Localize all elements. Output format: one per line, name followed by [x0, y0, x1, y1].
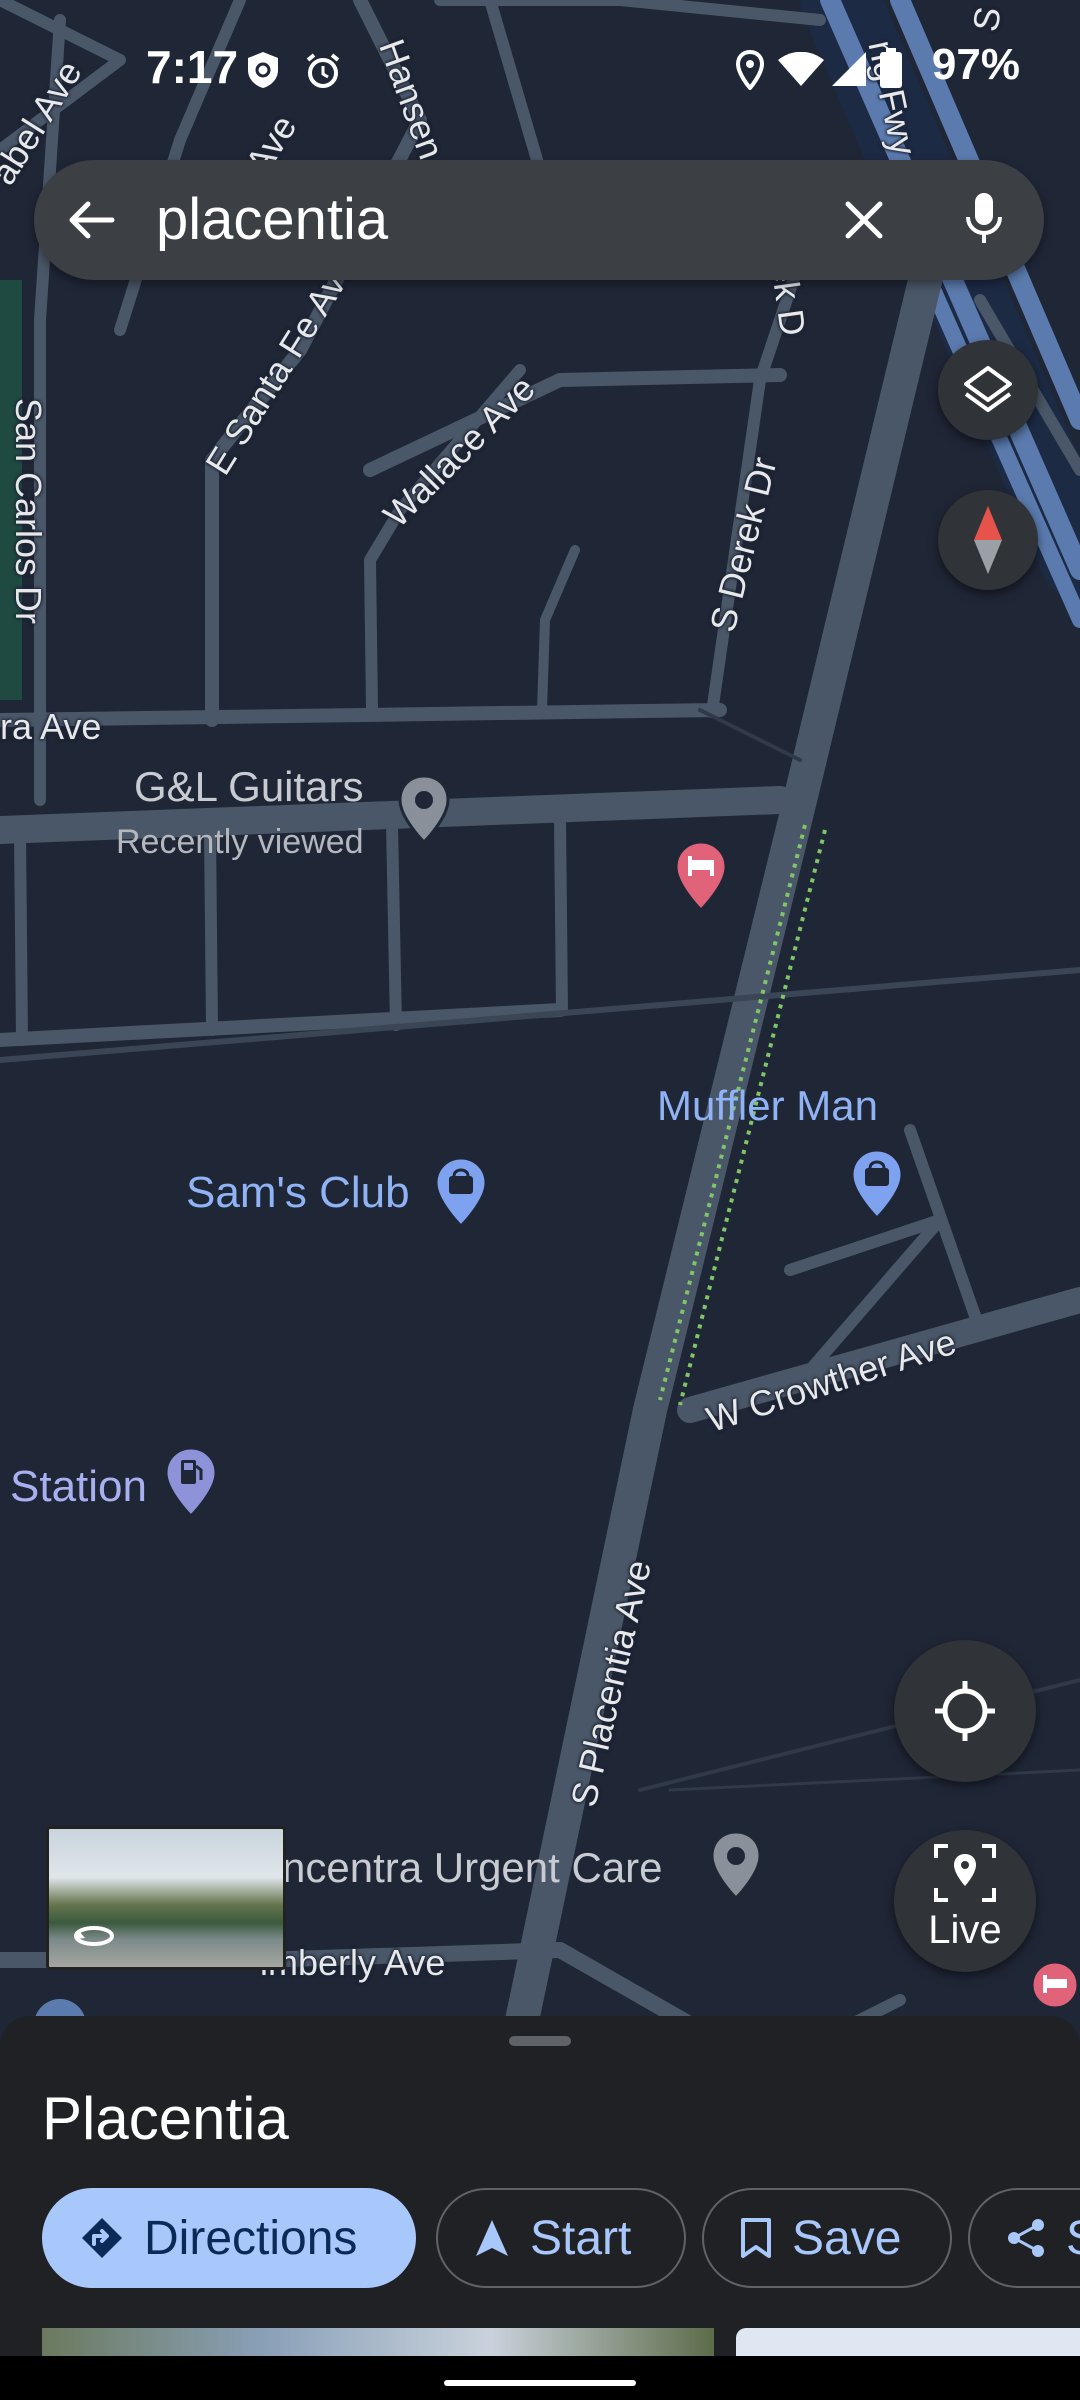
battery-icon [880, 48, 902, 88]
voice-search-button[interactable] [954, 186, 1014, 252]
mic-icon [966, 193, 1002, 243]
clear-search-button[interactable] [834, 190, 894, 250]
place-label-sams-club[interactable]: Sam's Club [186, 1168, 410, 1218]
muffler-man-shopping-pin-icon[interactable] [850, 1148, 904, 1220]
live-view-icon [934, 1844, 996, 1902]
share-button[interactable]: S [968, 2188, 1080, 2288]
status-time: 7:17 [146, 41, 239, 93]
street-label-ra-ave: ra Ave [0, 706, 102, 747]
back-arrow-icon [69, 201, 115, 239]
street-view-thumbnail[interactable] [46, 1826, 286, 1970]
sams-club-shopping-pin-icon[interactable] [434, 1156, 488, 1228]
shield-icon [248, 52, 278, 88]
share-label: S [1066, 2211, 1080, 2266]
layers-button[interactable] [938, 340, 1038, 440]
place-label-station[interactable]: Station [10, 1462, 147, 1512]
compass-button[interactable] [938, 490, 1038, 590]
start-button[interactable]: Start [436, 2188, 686, 2288]
bookmark-icon [741, 2218, 771, 2258]
alarm-icon [306, 53, 340, 88]
place-photo-2[interactable] [736, 2328, 1080, 2358]
hotel-pin-right-icon[interactable] [1030, 1960, 1080, 2020]
system-navigation-bar [0, 2356, 1080, 2400]
signal-icon [832, 52, 866, 86]
save-button[interactable]: Save [702, 2188, 952, 2288]
save-label: Save [792, 2211, 902, 2265]
my-location-icon [935, 1681, 995, 1741]
rotate-360-icon [74, 1926, 114, 1946]
place-bottom-sheet[interactable]: Placentia Directions Start Save [0, 2016, 1080, 2358]
directions-icon [82, 2218, 122, 2258]
street-label-kimberly: imberly Ave [260, 1942, 446, 1983]
directions-label: Directions [144, 2211, 358, 2265]
place-label-urgent-care[interactable]: ncentra Urgent Care [282, 1844, 663, 1892]
sheet-drag-handle[interactable] [509, 2036, 571, 2046]
search-bar[interactable]: placentia [34, 160, 1044, 280]
clear-icon [845, 201, 883, 239]
battery-percentage: 97% [931, 40, 1020, 89]
place-photo-1[interactable] [42, 2328, 714, 2358]
share-icon [1008, 2219, 1044, 2257]
place-label-gl-guitars[interactable]: G&L Guitars [134, 763, 364, 811]
back-button[interactable] [62, 190, 122, 250]
urgent-care-pin-icon[interactable] [710, 1830, 762, 1900]
my-location-button[interactable] [894, 1640, 1036, 1782]
navigation-icon [476, 2220, 508, 2256]
hotel-pin-icon[interactable] [674, 840, 728, 912]
place-title: Placentia [42, 2085, 289, 2152]
compass-icon [974, 506, 1002, 574]
live-view-button[interactable]: Live [894, 1830, 1036, 1972]
wifi-icon [778, 52, 824, 86]
layers-icon [964, 366, 1012, 412]
place-sublabel-recently-viewed: Recently viewed [116, 823, 364, 861]
street-label-san-carlos: San Carlos Dr [8, 397, 50, 625]
gl-guitars-pin-icon[interactable] [398, 774, 450, 844]
gas-station-pin-icon[interactable] [164, 1446, 218, 1518]
location-icon [736, 50, 764, 90]
directions-button[interactable]: Directions [42, 2188, 416, 2288]
start-label: Start [530, 2211, 632, 2265]
status-bar: 7:17 97% [0, 0, 1080, 130]
home-gesture-handle[interactable] [444, 2380, 636, 2386]
place-label-muffler-man[interactable]: Muffler Man [657, 1082, 878, 1130]
search-input[interactable]: placentia [156, 186, 388, 253]
live-view-label: Live [928, 1908, 1002, 1952]
